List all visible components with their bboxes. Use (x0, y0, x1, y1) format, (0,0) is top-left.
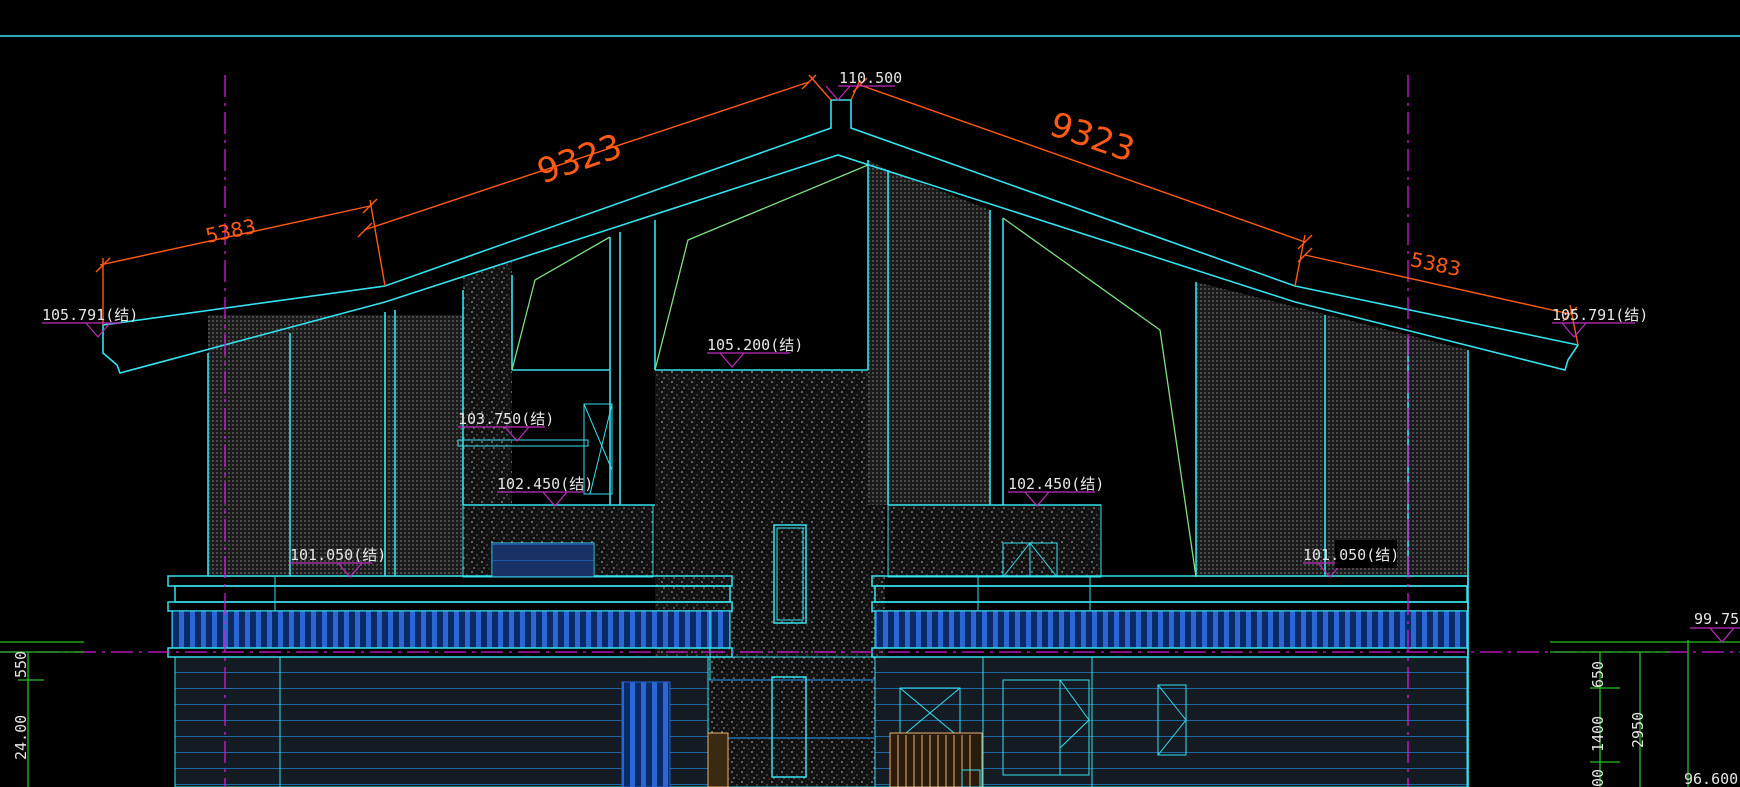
left-balustrade (171, 610, 731, 649)
center-right-hatch (888, 170, 990, 505)
roof-dimensions (95, 74, 1579, 346)
elev-left-mid: 102.450(结) (497, 475, 593, 493)
elev-eave-left: 105.791(结) (42, 306, 138, 324)
right-wall-hatch (1196, 282, 1468, 577)
elev-right-mid: 102.450(结) (1008, 475, 1104, 493)
elev-ridge: 110.500 (839, 69, 902, 87)
wood-railing-center (889, 732, 983, 787)
side-dim-right-a: 650 (1589, 661, 1607, 688)
elev-eave-right: 105.791(结) (1552, 306, 1648, 324)
elev-left-low: 101.050(结) (290, 546, 386, 564)
dim-left-slope: 9323 (532, 126, 627, 192)
side-dim-right-c: 2950 (1629, 712, 1647, 748)
right-balustrade (874, 610, 1468, 649)
elev-right-low: 101.050(结) (1303, 546, 1399, 564)
elev-mid-high: 105.200(结) (707, 336, 803, 354)
lower-floor-facade (174, 656, 1468, 787)
side-dim-right-b: 1400 (1589, 716, 1607, 752)
cad-elevation-drawing: 5383 9323 9323 5383 110.500 105.791(结) 1… (0, 35, 1740, 787)
left-inner-hatch (463, 262, 512, 505)
elev-right-edge-bottom: 96.600 (1684, 770, 1738, 787)
lower-left-blue-panel (621, 681, 671, 787)
center-pillar-hatch (868, 160, 888, 505)
elev-right-edge-top: 99.75 (1694, 610, 1739, 628)
elev-left-upper: 103.750(结) (458, 410, 554, 428)
side-dim-right-d: 00 (1589, 769, 1607, 787)
side-dim-left-a: 550 (12, 651, 30, 678)
dim-right-eave: 5383 (1408, 247, 1463, 281)
left-wall-hatch (208, 315, 463, 577)
side-dim-left-b: 24.00 (12, 715, 30, 760)
dim-right-slope: 9323 (1045, 105, 1140, 171)
wood-railing-left (707, 732, 729, 787)
right-mid-speckle (888, 505, 1101, 577)
dim-left-eave: 5383 (203, 214, 258, 248)
